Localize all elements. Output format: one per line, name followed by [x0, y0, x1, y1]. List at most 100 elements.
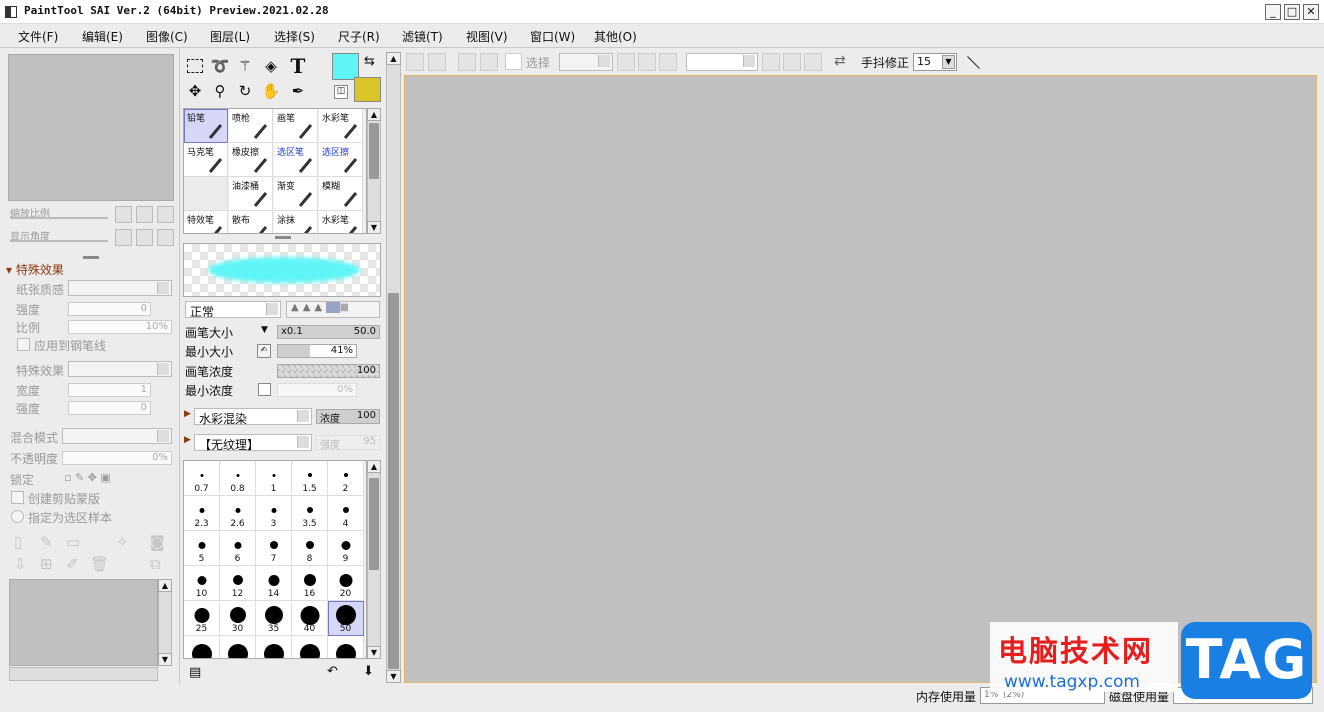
- brush-cell[interactable]: 橡皮擦: [229, 143, 273, 177]
- size-cell[interactable]: 35: [256, 601, 292, 636]
- select-checkbox[interactable]: [505, 53, 522, 70]
- effect-layer-icon[interactable]: ✧: [116, 533, 129, 551]
- paper-dropdown[interactable]: [68, 280, 172, 296]
- invert-select-button[interactable]: [480, 53, 498, 71]
- brush-cell[interactable]: 选区擦: [319, 143, 363, 177]
- stabilizer-dropdown[interactable]: 15 ▼: [913, 53, 957, 71]
- size-cell[interactable]: 6: [220, 531, 256, 566]
- size-grid-scrollbar[interactable]: ▲ ▼: [367, 460, 381, 659]
- blend-dropdown[interactable]: [62, 428, 172, 444]
- size-cell[interactable]: 2: [328, 461, 364, 496]
- pressure-icon[interactable]: ✍: [257, 344, 271, 358]
- deselect-button[interactable]: [458, 53, 476, 71]
- new-layer-icon[interactable]: ▯: [14, 533, 22, 551]
- texture-dropdown[interactable]: 【无纹理】: [194, 434, 312, 452]
- close-button[interactable]: ✕: [1303, 4, 1319, 20]
- clip-group-icon[interactable]: ⧉: [150, 555, 161, 573]
- density-input[interactable]: 100: [277, 364, 380, 378]
- redo-button[interactable]: [428, 53, 446, 71]
- brush-cell[interactable]: 特效笔: [184, 211, 228, 233]
- zoom-dropdown[interactable]: [686, 53, 758, 71]
- size-cell[interactable]: [256, 636, 292, 658]
- zoom-tool[interactable]: ⚲: [209, 80, 231, 102]
- brush-shape-selector[interactable]: ▲▲▲■■: [286, 301, 380, 318]
- size-cell[interactable]: 10: [184, 566, 220, 601]
- clip-checkbox[interactable]: [11, 491, 24, 504]
- brush-cell[interactable]: 油漆桶: [229, 177, 273, 211]
- menu-other[interactable]: 其他(O): [594, 28, 637, 45]
- lock-icons[interactable]: ▫ ✎ ✥ ▣: [64, 471, 111, 484]
- rotate-reset-button[interactable]: [157, 229, 174, 246]
- size-cell[interactable]: 0.7: [184, 461, 220, 496]
- size-cell[interactable]: [328, 636, 364, 658]
- transparent-color-icon[interactable]: ◫: [334, 85, 348, 99]
- size-cell[interactable]: 3.5: [292, 496, 328, 531]
- canvas-area[interactable]: [404, 75, 1317, 683]
- layer-list[interactable]: [9, 579, 158, 666]
- size-cell[interactable]: [220, 636, 256, 658]
- brush-scroll-thumb[interactable]: [369, 123, 379, 179]
- size-cell[interactable]: 25: [184, 601, 220, 636]
- water-density-input[interactable]: 浓度 100: [316, 409, 380, 425]
- tool-scroll-up[interactable]: ▲: [386, 52, 401, 65]
- eyedropper-tool[interactable]: ✒: [287, 80, 309, 102]
- size-cell[interactable]: 50: [328, 601, 364, 636]
- flip-icon[interactable]: ⇄: [834, 53, 846, 69]
- angle-slider[interactable]: [10, 240, 108, 242]
- min-density-input[interactable]: 0%: [277, 383, 357, 397]
- rotate-left-button[interactable]: [115, 229, 132, 246]
- brush-grid-scrollbar[interactable]: ▲ ▼: [367, 108, 381, 234]
- width-input[interactable]: 1: [68, 383, 151, 397]
- add-layer-icon[interactable]: ⊞: [40, 555, 53, 573]
- menu-ruler[interactable]: 尺子(R): [338, 28, 380, 45]
- sample-radio[interactable]: [11, 510, 24, 523]
- scroll-up-arrow[interactable]: ▲: [158, 579, 172, 592]
- mask-icon[interactable]: ◙: [150, 533, 165, 551]
- secondary-color-swatch[interactable]: [354, 77, 381, 102]
- size-scroll-up[interactable]: ▲: [367, 460, 381, 473]
- select-plus-button[interactable]: [638, 53, 656, 71]
- brush-cell[interactable]: 马克笔: [184, 143, 228, 177]
- brush-cell[interactable]: 渐变: [274, 177, 318, 211]
- brush-size-input[interactable]: x0.1 50.0: [277, 325, 380, 339]
- size-cell[interactable]: [292, 636, 328, 658]
- brush-splitter[interactable]: [275, 236, 291, 239]
- swap-colors-icon[interactable]: ⇆: [364, 54, 375, 69]
- size-cell[interactable]: 2.3: [184, 496, 220, 531]
- new-folder-icon[interactable]: ▭: [66, 533, 80, 551]
- select-stop-button[interactable]: [659, 53, 677, 71]
- brush-cell[interactable]: 水彩笔: [319, 109, 363, 143]
- navigator-preview[interactable]: [8, 54, 174, 201]
- size-cell[interactable]: 1: [256, 461, 292, 496]
- zoom-reset-button[interactable]: [157, 206, 174, 223]
- minimize-button[interactable]: _: [1265, 4, 1281, 20]
- line-tool-icon[interactable]: [964, 52, 984, 72]
- brush-cell-empty[interactable]: [184, 177, 228, 211]
- size-cell[interactable]: 1.5: [292, 461, 328, 496]
- panel-splitter[interactable]: [83, 256, 99, 259]
- rect-select-tool[interactable]: [184, 55, 206, 77]
- strength-input[interactable]: 0: [68, 302, 151, 316]
- menu-file[interactable]: 文件(F): [18, 28, 58, 45]
- scroll-down-arrow[interactable]: ▼: [158, 653, 172, 666]
- menu-view[interactable]: 视图(V): [466, 28, 508, 45]
- layer-list-hscroll[interactable]: [9, 667, 158, 681]
- water-mode-dropdown[interactable]: 水彩混染: [194, 408, 312, 426]
- move-tool[interactable]: ✥: [184, 80, 206, 102]
- menu-select[interactable]: 选择(S): [274, 28, 315, 45]
- rotate-right-button[interactable]: [136, 229, 153, 246]
- apply-pen-checkbox[interactable]: [17, 338, 30, 351]
- rotate-ccw-button[interactable]: [762, 53, 780, 71]
- brush-cell[interactable]: 选区笔: [274, 143, 318, 177]
- texture-expand-icon[interactable]: ▶: [184, 435, 191, 445]
- menu-image[interactable]: 图像(C): [146, 28, 188, 45]
- text-tool[interactable]: T: [287, 54, 309, 78]
- size-cell[interactable]: 3: [256, 496, 292, 531]
- brush-cell[interactable]: 画笔: [274, 109, 318, 143]
- primary-color-swatch[interactable]: [332, 53, 359, 80]
- strength2-input[interactable]: 0: [68, 401, 151, 415]
- opacity-input[interactable]: 0%: [62, 451, 172, 465]
- size-dropdown-arrow[interactable]: ▼: [261, 325, 268, 335]
- menu-filter[interactable]: 滤镜(T): [402, 28, 443, 45]
- brush-cell[interactable]: 水彩笔: [319, 211, 363, 233]
